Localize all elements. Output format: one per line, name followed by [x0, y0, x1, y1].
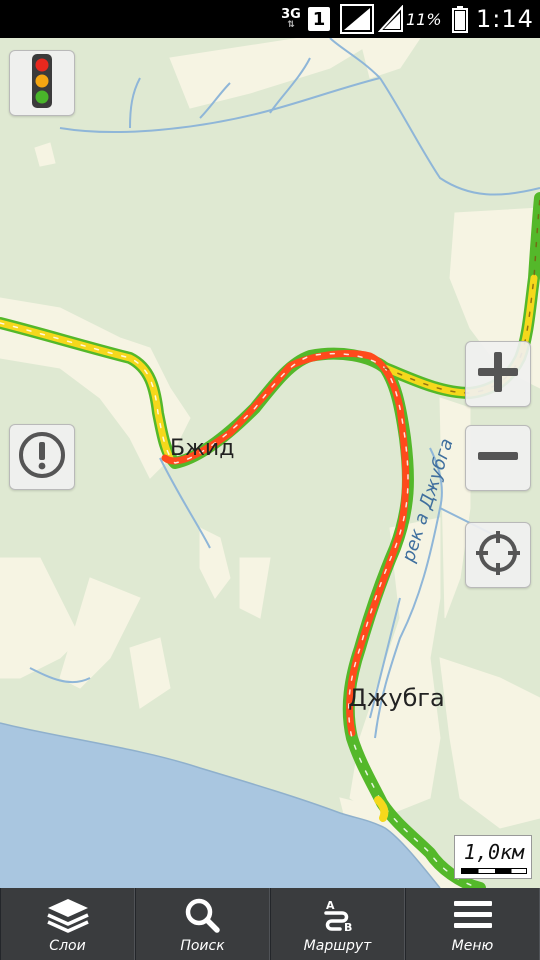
signal-strength-secondary-icon	[378, 0, 404, 38]
zoom-out-button[interactable]	[465, 425, 531, 491]
crosshair-icon	[474, 529, 522, 581]
network-type-indicator: 3G ⇅	[278, 0, 304, 38]
svg-text:A: A	[326, 899, 335, 912]
nav-label: Меню	[451, 938, 494, 954]
search-icon	[181, 896, 225, 934]
nav-label: Слои	[49, 938, 86, 954]
signal-strength-icon	[340, 0, 374, 38]
nav-route[interactable]: A B Маршрут	[270, 888, 405, 960]
svg-text:B: B	[344, 921, 352, 933]
scale-label: 1,0км	[463, 840, 525, 864]
village-label: Бжид	[170, 436, 235, 461]
menu-icon	[451, 896, 495, 934]
status-bar: 3G ⇅ 1 11% 1:14	[0, 0, 540, 38]
battery-icon	[452, 0, 468, 38]
report-incident-button[interactable]	[9, 424, 75, 490]
exclamation-icon	[18, 431, 66, 483]
clock: 1:14	[476, 5, 534, 33]
traffic-toggle-button[interactable]	[9, 50, 75, 116]
nav-label: Поиск	[180, 938, 225, 954]
zoom-in-button[interactable]	[465, 341, 531, 407]
nav-search[interactable]: Поиск	[135, 888, 270, 960]
map-scale: 1,0км	[454, 835, 532, 879]
sim-slot-badge: 1	[308, 7, 330, 31]
town-label: Джубга	[348, 684, 445, 712]
map-canvas[interactable]	[0, 38, 540, 888]
scale-bar	[461, 868, 527, 874]
battery-percent: 11%	[406, 9, 442, 29]
plus-icon	[476, 350, 520, 398]
route-icon: A B	[316, 896, 360, 934]
layers-icon	[46, 896, 90, 934]
nav-menu[interactable]: Меню	[405, 888, 540, 960]
minus-icon	[476, 434, 520, 482]
nav-layers[interactable]: Слои	[0, 888, 135, 960]
my-location-button[interactable]	[465, 522, 531, 588]
traffic-light-icon	[29, 53, 55, 113]
nav-label: Маршрут	[303, 938, 372, 954]
map-view[interactable]: Бжид Джубга рек а Джубга 1,0км	[0, 38, 540, 888]
bottom-navigation: Слои Поиск A B Маршрут Меню	[0, 888, 540, 960]
data-activity-icon: ⇅	[287, 20, 295, 30]
